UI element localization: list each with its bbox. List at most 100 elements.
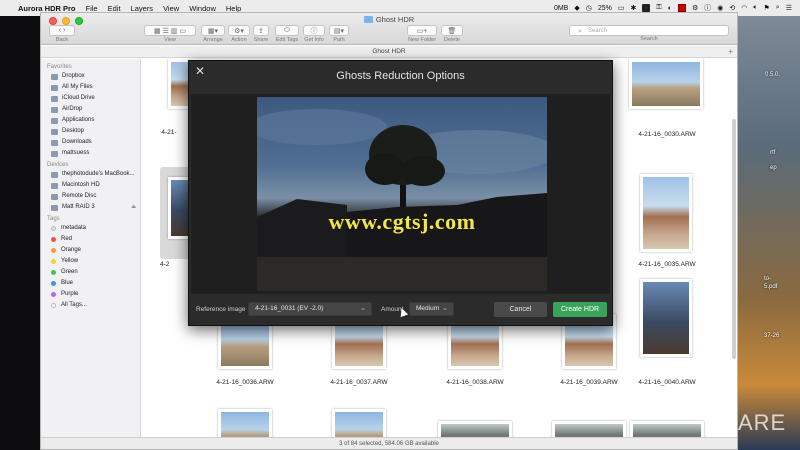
hard-drive-icon [51,182,58,189]
sidebar-item-label: thephotodude's MacBook... [62,171,135,177]
arrange-button[interactable]: ▦▾ Arrange [201,25,225,43]
desktop-file-label[interactable]: rtf [770,150,775,156]
sidebar-tag-all-tags[interactable]: All Tags... [41,300,140,311]
file-name[interactable]: 4-21-16_0040.ARW [622,379,712,386]
lock-icon[interactable]: ⚿ [656,4,661,12]
tab-title[interactable]: Ghost HDR [372,48,405,55]
settings-icon[interactable]: ⚙ [692,4,698,12]
edit-tags-label: Edit Tags [275,37,299,43]
tag-color-dot [51,259,56,264]
file-name[interactable]: 4-21-16_0035.ARW [622,261,712,268]
arrange-icon: ▦▾ [201,25,225,36]
view-button[interactable]: ▦ ☰ ▥ ▭ View [144,25,196,43]
get-info-button[interactable]: ⓘ Get Info [303,25,325,43]
file-thumbnail[interactable] [630,421,704,437]
file-thumbnail[interactable] [438,421,512,437]
timer-icon[interactable]: ◷ [586,4,592,12]
search-menu-icon[interactable]: ⌕ [776,4,780,12]
thumbnail-image [221,412,269,437]
volume-icon[interactable]: 🔈︎ [753,4,757,12]
app-status-icon[interactable] [642,4,651,12]
amount-select[interactable]: Medium ⌄ [409,302,454,316]
bluetooth-icon[interactable]: ✱ [631,4,637,12]
thumbnail-image [643,177,689,249]
file-name[interactable]: 4-21-16_0037.ARW [314,379,404,386]
file-name[interactable]: 4-2 [160,261,190,268]
cancel-button[interactable]: Cancel [494,302,547,317]
battery-icon[interactable]: ▭ [618,4,625,12]
sidebar-item-dropbox[interactable]: Dropbox [41,71,140,82]
desktop-file-label[interactable]: to- [764,276,771,282]
airdrop-icon [51,106,58,113]
desktop-file-label[interactable]: ep [770,165,777,171]
sidebar-item-macintosh-hd[interactable]: Macintosh HD [41,180,140,191]
search-control: ⌕ Search Search [569,25,729,42]
share-button[interactable]: ⇪ Share [253,25,269,43]
sidebar-item-macbook[interactable]: thephotodude's MacBook... [41,169,140,180]
file-thumbnail[interactable] [332,409,386,437]
memory-readout[interactable]: 0MB [554,5,568,12]
recording-icon[interactable] [677,4,686,12]
sidebar-item-label: metadata [61,225,87,231]
file-name[interactable]: 4-21-16_0039.ARW [544,379,634,386]
create-hdr-button[interactable]: Create HDR [553,302,607,317]
file-thumbnail[interactable] [629,59,703,109]
sidebar-item-desktop[interactable]: Desktop [41,126,140,137]
sidebar-item-downloads[interactable]: Downloads [41,137,140,148]
tag-color-dot [51,248,56,253]
preview-frame: www.cgtsj.com [191,94,610,294]
dropbox-icon[interactable]: ◆ [574,4,579,12]
file-thumbnail[interactable] [218,409,272,437]
network-icon[interactable]: ◉ [717,4,723,12]
flag-icon[interactable]: ⚑ [764,4,770,12]
desktop-file-label[interactable]: 5.pdf [764,284,777,290]
wifi-icon[interactable]: ◠ [741,4,747,12]
sidebar-item-home[interactable]: mattsuess [41,148,140,159]
delete-button[interactable]: 🗑︎ Delete [441,25,463,43]
chevron-down-icon: ⌄ [360,305,366,312]
battery-percent[interactable]: 25% [598,5,612,12]
file-name[interactable]: 4-21-16_0036.ARW [200,379,290,386]
sidebar-tag-yellow[interactable]: Yellow [41,256,140,267]
notification-icon[interactable]: ☰ [786,4,792,12]
desktop-file-label[interactable]: 0.5.0. [765,72,780,78]
sidebar-item-label: Red [61,236,73,242]
sidebar-item-label: iCloud Drive [62,95,95,101]
action-button[interactable]: ⚙▾ Action [228,25,250,43]
sidebar-tag-orange[interactable]: Orange [41,245,140,256]
history-icon[interactable]: ⟲ [729,4,735,12]
sidebar-item-matt-raid[interactable]: Matt RAID 3 ⏏ [41,202,140,213]
path-button[interactable]: ▤▾ Path [329,25,349,43]
search-input[interactable]: ⌕ Search [569,25,729,36]
sidebar-tag-metadata[interactable]: metadata [41,223,140,234]
eject-icon[interactable]: ⏏ [131,202,136,213]
new-folder-button[interactable]: ▭+ New Folder [407,25,437,43]
desktop-logo-text: ARE [738,410,787,435]
thumbnail-image [632,62,700,106]
watermark-text: www.cgtsj.com [328,209,476,234]
file-name[interactable]: 4-21-16_0030.ARW [622,131,712,138]
sidebar-item-all-my-files[interactable]: All My Files [41,82,140,93]
sidebar-tag-red[interactable]: Red [41,234,140,245]
dropbox-icon [51,73,58,80]
sidebar-item-remote-disc[interactable]: Remote Disc [41,191,140,202]
back-button[interactable]: ‹ › Back [49,25,75,43]
gauge-icon[interactable]: ◐ [668,5,672,12]
file-thumbnail[interactable] [640,279,692,357]
desktop-file-label[interactable]: 37-26 [764,333,779,339]
file-name[interactable]: 4-21- [149,129,189,136]
reference-image-select[interactable]: 4-21-16_0031 (EV -2.0) ⌄ [248,302,372,316]
sidebar-item-airdrop[interactable]: AirDrop [41,104,140,115]
sidebar-tag-blue[interactable]: Blue [41,278,140,289]
sidebar-tag-purple[interactable]: Purple [41,289,140,300]
sidebar-item-applications[interactable]: Applications [41,115,140,126]
file-name[interactable]: 4-21-16_0038.ARW [430,379,520,386]
file-thumbnail[interactable] [640,174,692,252]
sidebar-item-icloud-drive[interactable]: iCloud Drive [41,93,140,104]
add-tab-icon[interactable]: + [728,46,733,58]
sidebar-tag-green[interactable]: Green [41,267,140,278]
sidebar: Favorites Dropbox All My Files iCloud Dr… [41,59,141,437]
edit-tags-button[interactable]: ⬭ Edit Tags [275,25,299,43]
file-thumbnail[interactable] [552,421,626,437]
vertical-scrollbar[interactable] [732,119,736,359]
